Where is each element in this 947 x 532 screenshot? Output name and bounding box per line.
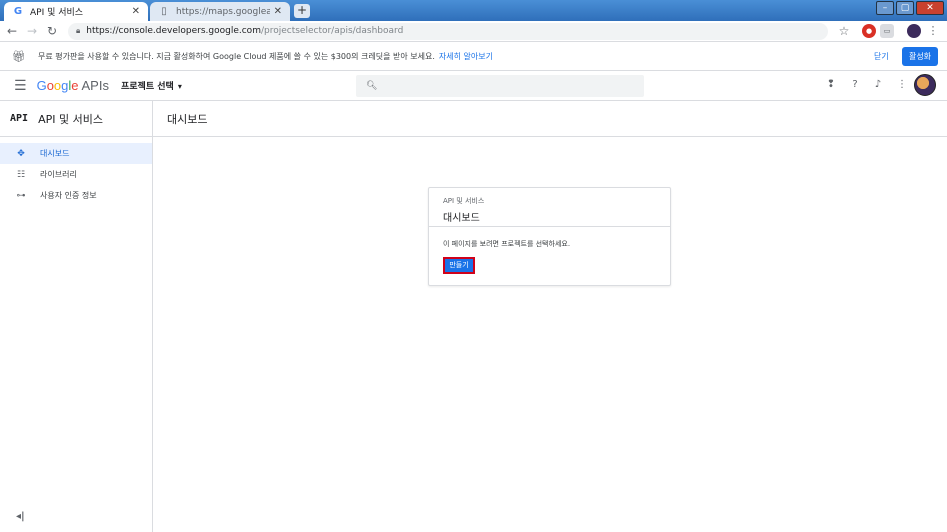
project-selector[interactable]: 프로젝트 선택 ▾: [121, 79, 182, 92]
sidebar-item-dashboard[interactable]: ✥ 대시보드: [0, 143, 152, 164]
create-button[interactable]: 만들기: [443, 257, 475, 274]
learn-more-link[interactable]: 자세히 알아보기: [439, 51, 493, 62]
key-icon: ⊶: [16, 190, 26, 201]
sidebar-header: API API 및 서비스: [0, 101, 152, 137]
reload-icon[interactable]: ↻: [44, 24, 60, 38]
sidebar-item-library[interactable]: ☷ 라이브러리: [0, 164, 152, 185]
gift-icon: 🎁︎: [12, 49, 26, 63]
select-project-card: API 및 서비스 대시보드 이 페이지를 보려면 프로젝트를 선택하세요. 만…: [428, 187, 671, 286]
notifications-icon[interactable]: ♪: [871, 79, 885, 90]
card-subtitle: API 및 서비스: [443, 197, 485, 205]
card-message: 이 페이지를 보려면 프로젝트를 선택하세요.: [443, 240, 571, 248]
browser-tab-strip: G API 및 서비스 ✕ ▯ https://maps.googleapis.…: [0, 0, 947, 21]
card-body: 이 페이지를 보려면 프로젝트를 선택하세요. 만들기: [429, 227, 670, 274]
bookmark-star-icon[interactable]: ☆: [837, 24, 851, 38]
tab-close-icon[interactable]: ✕: [132, 6, 140, 17]
maximize-button[interactable]: ▢: [896, 1, 914, 15]
dismiss-button[interactable]: 닫기: [874, 51, 889, 62]
sidebar-item-label: 사용자 인증 정보: [40, 191, 97, 200]
browser-menu-icon[interactable]: ⋮: [926, 24, 940, 38]
url-input[interactable]: 🔒︎ https://console.developers.google.com…: [68, 22, 828, 40]
help-icon[interactable]: ?: [848, 79, 862, 90]
window-close-button[interactable]: ✕: [916, 1, 944, 15]
left-sidebar: API API 및 서비스 ✥ 대시보드 ☷ 라이브러리 ⊶ 사용자 인증 정보…: [0, 101, 153, 532]
google-favicon-icon: G: [13, 6, 23, 17]
url-path: /projectselector/apis/dashboard: [260, 26, 404, 36]
tab-title: https://maps.googleapis.com/m: [176, 6, 270, 17]
sidebar-item-label: 라이브러리: [40, 170, 77, 179]
forward-arrow-icon[interactable]: →: [24, 24, 40, 38]
hamburger-menu-icon[interactable]: ☰: [14, 78, 27, 94]
search-icon: 🔍︎: [366, 81, 378, 91]
project-selector-label: 프로젝트 선택: [120, 82, 174, 92]
page-icon: ▯: [161, 6, 167, 17]
activate-button[interactable]: 활성화: [902, 47, 938, 66]
library-icon: ☷: [16, 169, 26, 180]
minimize-button[interactable]: –: [876, 1, 894, 15]
url-host: https://console.developers.google.com: [86, 26, 261, 36]
tab-title: API 및 서비스: [30, 8, 84, 18]
extension-icon[interactable]: ▭: [880, 24, 894, 38]
card-header: API 및 서비스 대시보드: [429, 188, 670, 227]
sidebar-item-credentials[interactable]: ⊶ 사용자 인증 정보: [0, 185, 152, 206]
feedback-icon[interactable]: ❢: [824, 79, 838, 90]
sidebar-title: API 및 서비스: [38, 112, 103, 126]
dashboard-icon: ✥: [17, 148, 25, 159]
extension-icon[interactable]: ●: [862, 24, 876, 38]
api-icon: API: [10, 113, 29, 124]
profile-avatar-icon[interactable]: [907, 24, 921, 38]
browser-tab-active[interactable]: G API 및 서비스 ✕: [4, 2, 148, 21]
banner-text: 무료 평가판을 사용할 수 있습니다. 지금 활성화하여 Google Clou…: [38, 51, 435, 61]
back-arrow-icon[interactable]: ←: [4, 24, 20, 38]
lock-icon: 🔒︎: [76, 26, 81, 35]
tab-close-icon[interactable]: ✕: [274, 6, 282, 17]
browser-tab-inactive[interactable]: ▯ https://maps.googleapis.com/m ✕: [150, 2, 290, 21]
page-title: 대시보드: [153, 101, 947, 137]
sidebar-item-label: 대시보드: [40, 149, 70, 158]
collapse-sidebar-icon[interactable]: ◂|: [16, 511, 25, 522]
card-title: 대시보드: [443, 213, 480, 224]
free-trial-banner: 🎁︎ 무료 평가판을 사용할 수 있습니다. 지금 활성화하여 Google C…: [0, 42, 947, 71]
more-options-icon[interactable]: ⋮: [895, 79, 909, 90]
search-input[interactable]: 🔍︎: [356, 75, 644, 97]
address-bar: ← → ↻ 🔒︎ https://console.developers.goog…: [0, 21, 947, 42]
new-tab-button[interactable]: +: [294, 4, 310, 18]
avatar[interactable]: [914, 74, 936, 96]
google-apis-logo[interactable]: Google APIs: [37, 78, 109, 93]
chevron-down-icon: ▾: [177, 82, 182, 91]
console-header: ☰ Google APIs 프로젝트 선택 ▾ 🔍︎ ❢ ? ♪ ⋮: [0, 71, 947, 101]
